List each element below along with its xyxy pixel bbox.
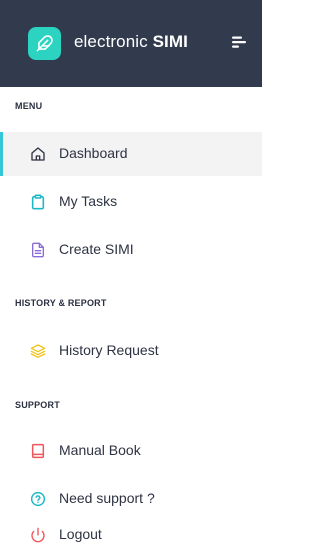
nav-label-logout: Logout	[59, 526, 102, 542]
section-label-support: SUPPORT	[15, 400, 60, 410]
clipboard-icon	[31, 194, 45, 210]
nav-label-dashboard: Dashboard	[59, 145, 128, 161]
nav-item-logout[interactable]: Logout	[0, 513, 262, 557]
nav-label-history-request: History Request	[59, 342, 159, 358]
app-name-light: electronic	[74, 32, 148, 51]
nav-label-need-support: Need support ?	[59, 490, 155, 506]
section-label-menu: MENU	[15, 101, 43, 111]
document-icon	[31, 242, 44, 258]
section-label-history: HISTORY & REPORT	[15, 298, 107, 308]
help-circle-icon	[30, 491, 46, 507]
menu-toggle-button[interactable]	[230, 34, 248, 50]
menu-collapse-icon	[232, 36, 246, 48]
nav-item-create-simi[interactable]: Create SIMI	[0, 228, 262, 272]
nav-item-dashboard[interactable]: Dashboard	[0, 132, 262, 176]
app-logo[interactable]	[28, 27, 61, 60]
feather-icon	[36, 35, 53, 52]
brand-header: electronic SIMI	[0, 0, 262, 87]
app-name: electronic SIMI	[74, 32, 188, 52]
home-icon	[31, 147, 45, 161]
nav-item-history-request[interactable]: History Request	[0, 329, 262, 373]
power-icon	[31, 527, 45, 543]
nav-label-create-simi: Create SIMI	[59, 241, 134, 257]
sidebar: electronic SIMI MENU Dashboard My Tasks	[0, 0, 262, 557]
nav-label-my-tasks: My Tasks	[59, 193, 118, 209]
nav-item-manual-book[interactable]: Manual Book	[0, 429, 262, 473]
nav-item-my-tasks[interactable]: My Tasks	[0, 180, 262, 224]
book-icon	[31, 443, 45, 459]
layers-icon	[30, 344, 46, 358]
nav-label-manual-book: Manual Book	[59, 442, 141, 458]
app-name-bold: SIMI	[152, 32, 188, 51]
